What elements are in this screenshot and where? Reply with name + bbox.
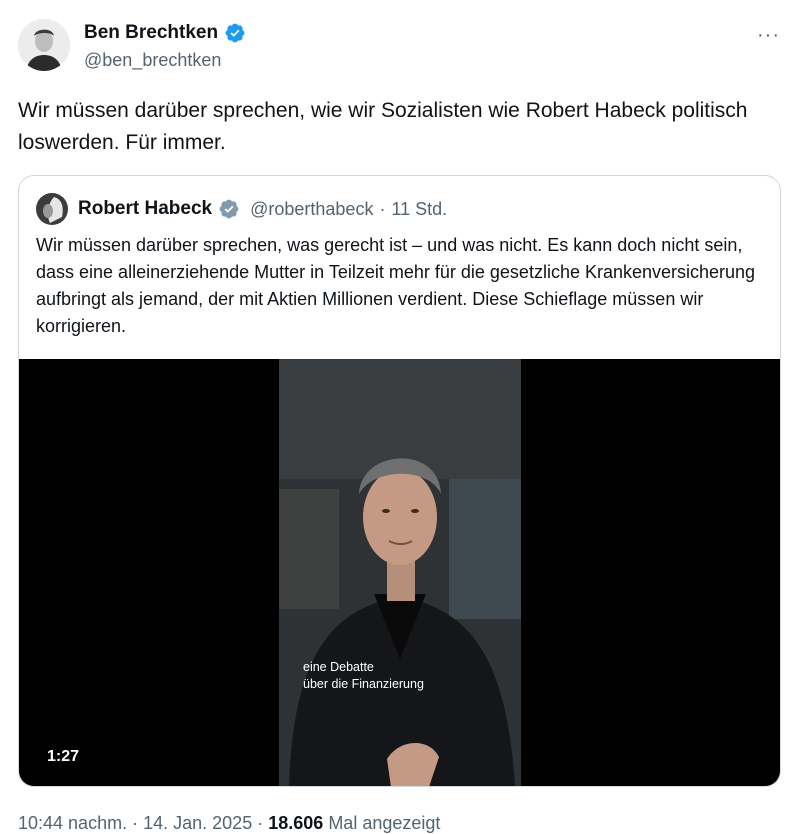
- video-duration: 1:27: [47, 748, 80, 765]
- tweet-text: Wir müssen darüber sprechen, wie wir Soz…: [18, 99, 748, 154]
- quoted-text: Wir müssen darüber sprechen, was gerecht…: [36, 235, 756, 336]
- author-handle[interactable]: @ben_brechtken: [84, 50, 221, 71]
- author-name[interactable]: Ben Brechtken: [84, 22, 218, 44]
- quoted-tweet[interactable]: Robert Habeck @roberthabeck · 11 Std. Wi…: [18, 175, 781, 787]
- video-subtitle-line1: eine Debatte: [303, 660, 374, 674]
- meta-separator: ·: [257, 813, 264, 833]
- verified-badge-icon[interactable]: [224, 22, 246, 44]
- video-subtitle: eine Debatte über die Finanzierung: [303, 659, 424, 693]
- video-frame: eine Debatte über die Finanzierung: [279, 359, 521, 786]
- quoted-author-handle: @roberthabeck: [250, 198, 374, 219]
- author-avatar-image: [18, 19, 70, 71]
- tweet-meta: 10:44 nachm. · 14. Jan. 2025 · 18.606 Ma…: [18, 813, 440, 834]
- author-avatar[interactable]: [18, 19, 70, 71]
- video-subtitle-line2: über die Finanzierung: [303, 677, 424, 691]
- tweet-date[interactable]: 14. Jan. 2025: [143, 813, 252, 833]
- meta-separator: ·: [132, 813, 139, 833]
- verified-gray-badge-icon: [218, 198, 240, 220]
- author-name-row: Ben Brechtken: [84, 22, 246, 44]
- video-player[interactable]: eine Debatte über die Finanzierung 1:27: [19, 359, 780, 786]
- video-thumbnail-image: [279, 359, 521, 786]
- quoted-author-name[interactable]: Robert Habeck: [78, 198, 212, 220]
- view-count: 18.606: [268, 813, 324, 833]
- tweet-time[interactable]: 10:44 nachm.: [18, 813, 127, 833]
- quoted-separator: ·: [379, 198, 386, 219]
- quoted-header: Robert Habeck @roberthabeck · 11 Std.: [36, 193, 447, 225]
- more-options-icon[interactable]: ···: [757, 24, 780, 47]
- quoted-time[interactable]: 11 Std.: [391, 199, 447, 220]
- quoted-author-avatar[interactable]: [36, 193, 68, 225]
- view-count-label: Mal angezeigt: [328, 813, 441, 833]
